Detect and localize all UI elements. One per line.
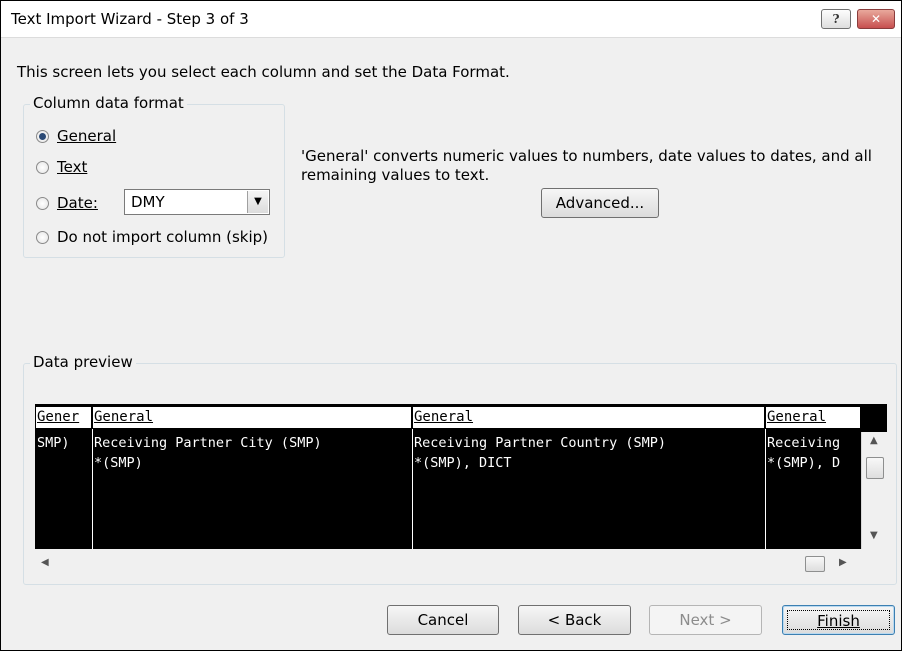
- column-divider: [412, 429, 413, 549]
- scroll-left-icon[interactable]: ◀: [41, 557, 49, 568]
- preview-cell: SMP): [37, 435, 70, 451]
- preview-cell: Receiving Partner City (SMP): [94, 435, 322, 451]
- back-button[interactable]: < Back: [518, 605, 631, 635]
- data-preview-grid[interactable]: Gener General General General SMP) Recei…: [35, 404, 887, 549]
- finish-button[interactable]: Finish: [782, 605, 895, 635]
- radio-date-button[interactable]: [36, 196, 49, 210]
- radio-date-label[interactable]: Date:: [57, 194, 98, 212]
- next-button-label: Next >: [679, 611, 732, 629]
- intro-text: This screen lets you select each column …: [17, 63, 510, 81]
- format-description: 'General' converts numeric values to num…: [301, 147, 872, 184]
- scroll-up-icon[interactable]: ▲: [870, 435, 878, 446]
- back-button-label: < Back: [547, 611, 602, 629]
- preview-cell: Receiving Partner Country (SMP): [414, 435, 666, 451]
- horizontal-scroll-thumb[interactable]: [805, 556, 825, 572]
- horizontal-scrollbar[interactable]: ◀ ▶: [35, 549, 861, 577]
- radio-text[interactable]: Text: [36, 158, 87, 176]
- cancel-button-label: Cancel: [417, 611, 469, 629]
- column-header[interactable]: General: [92, 406, 412, 429]
- preview-cell: *(SMP), DICT: [414, 455, 512, 471]
- finish-focus-rect: Finish: [787, 610, 890, 630]
- advanced-button-label: Advanced...: [555, 194, 645, 212]
- radio-general-label[interactable]: General: [57, 127, 116, 145]
- vertical-scrollbar[interactable]: ▲ ▼: [861, 432, 887, 549]
- window-title: Text Import Wizard - Step 3 of 3: [11, 10, 249, 28]
- advanced-button[interactable]: Advanced...: [541, 188, 659, 218]
- radio-skip-label[interactable]: Do not import column (skip): [57, 228, 268, 246]
- radio-date[interactable]: Date:: [36, 194, 98, 212]
- cancel-button[interactable]: Cancel: [387, 605, 499, 635]
- text-import-wizard-dialog: Text Import Wizard - Step 3 of 3 ? ✕ Thi…: [0, 0, 902, 651]
- radio-skip-button[interactable]: [36, 230, 49, 244]
- radio-skip[interactable]: Do not import column (skip): [36, 228, 268, 246]
- radio-general[interactable]: General: [36, 127, 116, 145]
- column-header[interactable]: General: [412, 406, 765, 429]
- help-button[interactable]: ?: [821, 9, 851, 29]
- column-header[interactable]: Gener: [35, 406, 92, 429]
- preview-cell: *(SMP): [94, 455, 143, 471]
- radio-general-button[interactable]: [36, 129, 49, 143]
- preview-cell: Receiving: [767, 435, 841, 451]
- scroll-down-icon[interactable]: ▼: [870, 530, 878, 541]
- column-header[interactable]: General: [765, 406, 861, 429]
- column-divider: [765, 429, 766, 549]
- finish-button-label: Finish: [817, 612, 860, 630]
- title-bar: Text Import Wizard - Step 3 of 3 ? ✕: [1, 1, 901, 38]
- column-data-format-label: Column data format: [30, 94, 187, 112]
- date-format-select[interactable]: DMY ▼: [124, 189, 270, 215]
- data-preview-label: Data preview: [30, 353, 136, 371]
- date-format-value: DMY: [131, 193, 165, 211]
- column-divider: [92, 429, 93, 549]
- column-data-format-group: Column data format General Text Date: Do…: [23, 94, 285, 258]
- chevron-down-icon[interactable]: ▼: [247, 191, 268, 213]
- close-button[interactable]: ✕: [857, 9, 895, 29]
- preview-cell: *(SMP), D: [767, 455, 841, 471]
- radio-text-label[interactable]: Text: [57, 158, 87, 176]
- radio-text-button[interactable]: [36, 160, 49, 174]
- next-button[interactable]: Next >: [649, 605, 762, 635]
- vertical-scroll-thumb[interactable]: [866, 457, 884, 479]
- scroll-right-icon[interactable]: ▶: [839, 557, 847, 568]
